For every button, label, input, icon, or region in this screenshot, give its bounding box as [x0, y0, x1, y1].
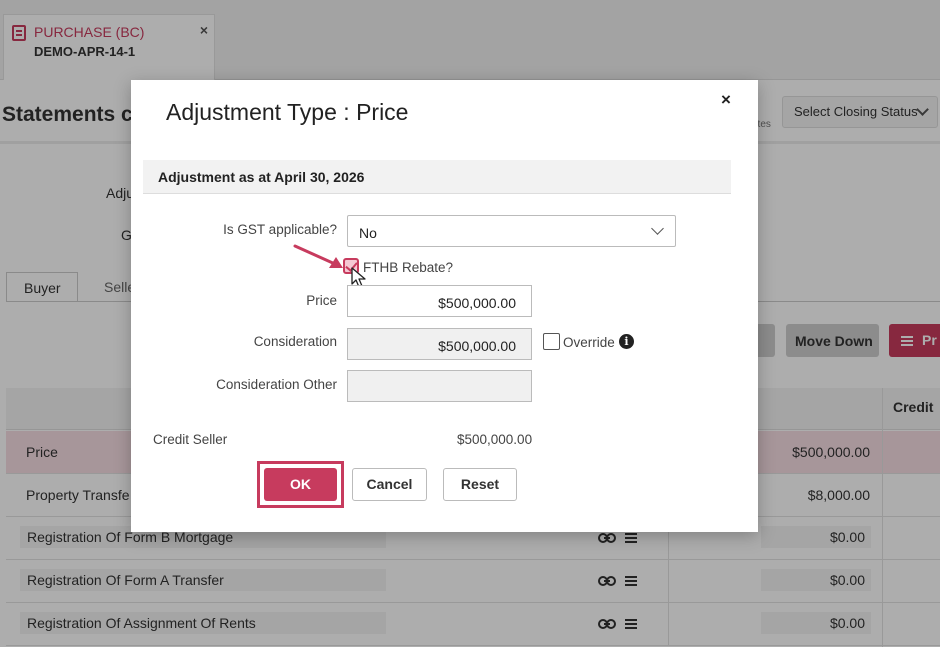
consideration-other-input[interactable] — [347, 370, 532, 402]
consideration-input[interactable]: $500,000.00 — [347, 328, 532, 360]
info-icon[interactable]: i — [619, 334, 634, 349]
consideration-label: Consideration — [253, 334, 337, 349]
chevron-down-icon — [651, 222, 664, 235]
fthb-label: FTHB Rebate? — [363, 260, 454, 275]
arrow-annotation — [293, 244, 343, 268]
override-checkbox[interactable] — [543, 333, 560, 350]
price-input[interactable]: $500,000.00 — [347, 285, 532, 317]
close-icon[interactable]: × — [721, 90, 731, 110]
credit-seller-label: Credit Seller — [153, 432, 228, 447]
dialog-title: Adjustment Type : Price — [166, 99, 409, 125]
section-header: Adjustment as at April 30, 2026 — [143, 160, 731, 194]
credit-seller-value: $500,000.00 — [457, 432, 533, 447]
price-label: Price — [306, 293, 337, 308]
gst-select[interactable]: No — [347, 215, 676, 247]
cancel-button[interactable]: Cancel — [352, 468, 427, 501]
adjustment-dialog: Adjustment Type : Price × Adjustment as … — [131, 80, 758, 532]
gst-value: No — [359, 225, 377, 241]
ok-button-highlight: OK — [257, 461, 344, 508]
section-header-text: Adjustment as at April 30, 2026 — [158, 169, 365, 185]
reset-button[interactable]: Reset — [443, 468, 517, 501]
ok-button[interactable]: OK — [264, 468, 337, 501]
consideration-other-label: Consideration Other — [216, 377, 337, 392]
gst-label: Is GST applicable? — [223, 222, 337, 237]
override-label: Override — [563, 335, 615, 350]
